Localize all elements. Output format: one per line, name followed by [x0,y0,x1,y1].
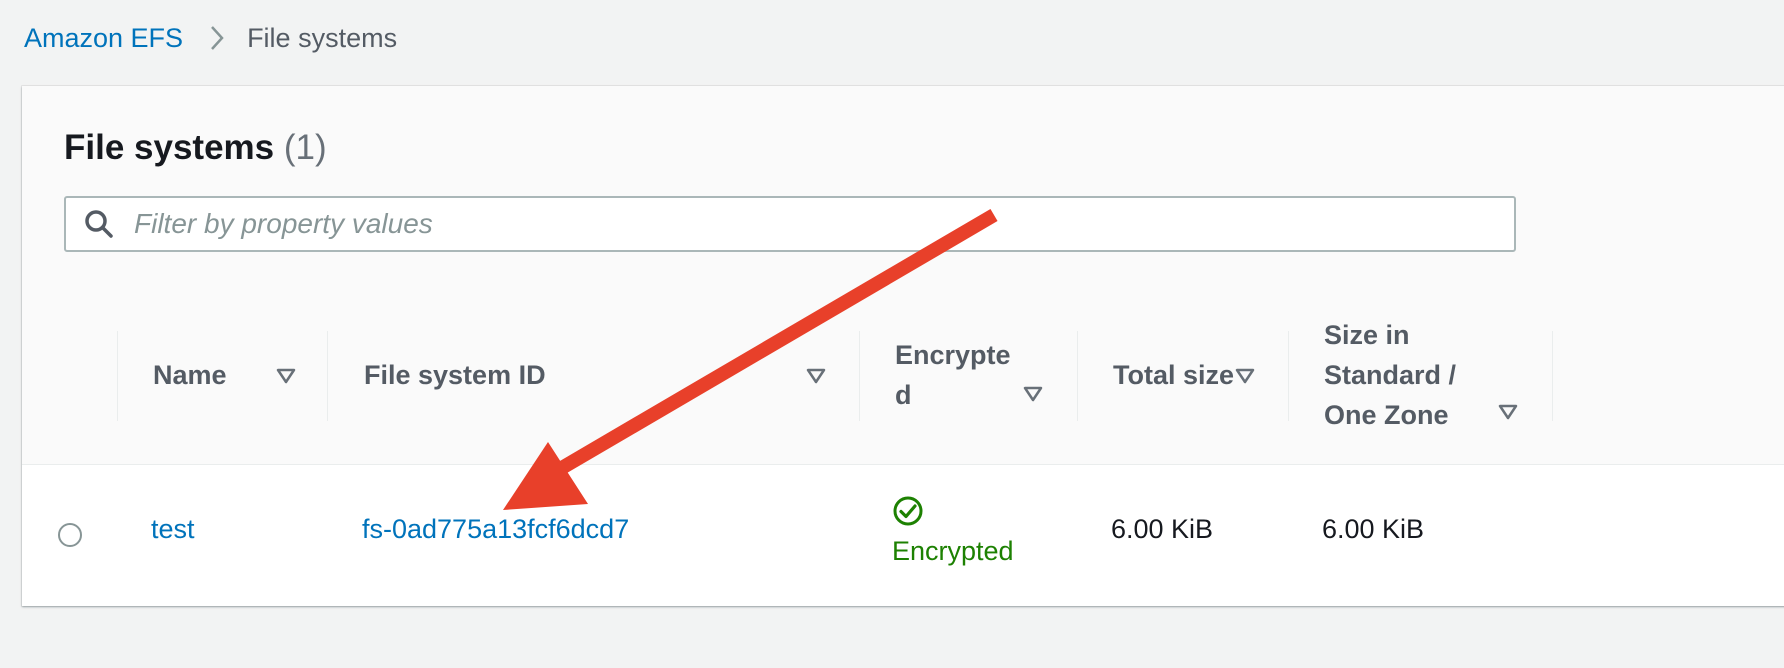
table-row: test fs-0ad775a13fcf6dcd7 Encrypted 6.00… [22,465,1784,605]
breadcrumb: Amazon EFS File systems [24,18,397,58]
encrypted-status-text: Encrypted [892,536,1014,566]
column-header-label-line: Size in [1324,320,1410,350]
column-header-label: Total size [1113,360,1235,390]
column-header-encrypted[interactable]: Encrypte d [895,286,1011,464]
panel-header: File systems (1) [22,86,1784,287]
row-select-radio[interactable] [58,523,82,547]
total-size-value: 6.00 KiB [1111,514,1214,544]
encrypted-status: Encrypted [892,495,1092,567]
column-divider [1552,331,1553,421]
column-header-label: File system ID [364,360,546,390]
size-standard-value: 6.00 KiB [1322,514,1425,544]
table-header: Name File system ID Encrypte d Total siz… [22,286,1784,465]
sort-triangle-icon[interactable] [806,368,826,384]
panel-count: (1) [283,128,327,167]
filter-input[interactable] [132,207,1436,241]
sort-triangle-icon[interactable] [276,368,296,384]
chevron-right-icon [209,24,225,52]
column-divider [117,331,118,421]
column-header-size-standard[interactable]: Size in Standard / One Zone [1324,286,1456,464]
filter-box[interactable] [64,196,1516,252]
column-divider [1288,331,1289,421]
breadcrumb-amazon-efs-link[interactable]: Amazon EFS [24,23,183,54]
column-header-total-size[interactable]: Total size [1113,286,1234,464]
column-divider [1077,331,1078,421]
breadcrumb-current: File systems [247,22,398,53]
check-circle-icon [892,496,924,531]
column-divider [859,331,860,421]
panel-title-text: File systems [64,128,275,167]
sort-triangle-icon[interactable] [1235,368,1255,384]
sort-triangle-icon[interactable] [1023,386,1043,402]
column-header-label-line: Encrypte [895,340,1011,370]
column-divider [327,331,328,421]
file-systems-panel: File systems (1) Name File system ID [22,86,1784,606]
column-header-label: Name [153,360,227,390]
column-header-label-line: One Zone [1324,400,1449,430]
sort-triangle-icon[interactable] [1498,404,1518,420]
column-header-label-line: Standard / [1324,360,1457,390]
search-icon [84,209,114,239]
page-title: File systems (1) [64,128,327,168]
file-system-id-link[interactable]: fs-0ad775a13fcf6dcd7 [362,514,629,545]
column-header-name[interactable]: Name [153,286,227,464]
file-system-name-link[interactable]: test [151,514,195,545]
column-header-label-line: d [895,380,912,410]
column-header-file-system-id[interactable]: File system ID [364,286,546,464]
